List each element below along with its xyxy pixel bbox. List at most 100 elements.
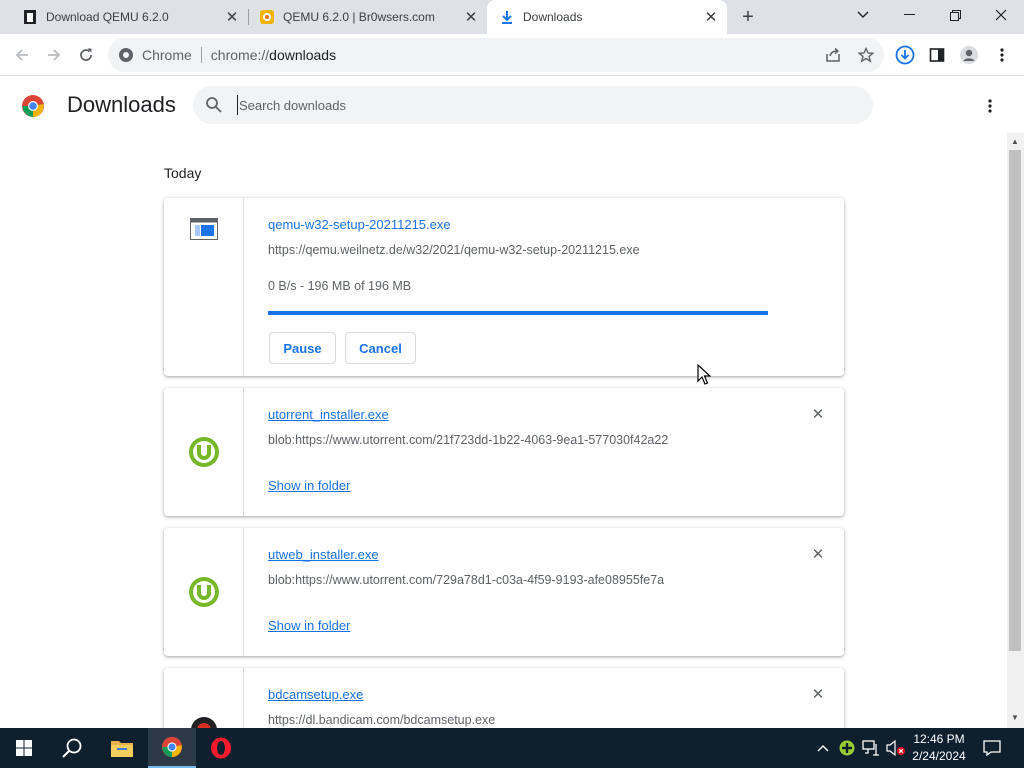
download-circle-icon [895,45,915,65]
opera-logo-icon [211,737,231,759]
search-box[interactable] [193,86,873,124]
windows-logo-icon [16,740,32,756]
search-input[interactable] [237,95,837,115]
close-tab-icon[interactable]: ✕ [222,7,242,27]
tray-app-icon[interactable] [838,728,856,768]
cancel-button[interactable]: Cancel [345,332,416,364]
address-bar[interactable]: Chrome chrome://downloads [108,38,884,72]
scrollbar-thumb[interactable] [1009,150,1021,651]
chrome-logo-icon [161,736,183,758]
url-path: downloads [269,47,337,63]
more-vert-icon [1000,48,1004,62]
back-arrow-icon [15,49,28,61]
back-button[interactable] [9,42,35,68]
progress-bar [268,311,768,315]
chrome-logo-icon [22,95,44,117]
volume-muted-icon[interactable] [885,728,907,768]
exe-file-icon [190,218,218,240]
notifications-button[interactable] [980,728,1004,768]
utorrent-icon [189,437,219,467]
mouse-cursor-icon [697,364,711,385]
file-explorer-taskbar-button[interactable] [98,728,146,768]
file-source-url[interactable]: https://qemu.weilnetz.de/w32/2021/qemu-w… [268,243,640,257]
profile-avatar-icon [960,46,978,64]
file-name-link[interactable]: utorrent_installer.exe [268,407,389,422]
network-icon[interactable] [861,728,881,768]
downloads-list[interactable]: Today qemu-w32-setup-20211215.exe https:… [0,133,1007,728]
download-item: qemu-w32-setup-20211215.exe https://qemu… [164,198,844,376]
close-window-button[interactable] [978,0,1024,30]
file-icon-column [164,668,244,728]
close-tab-icon[interactable]: ✕ [701,7,721,27]
tab-download-qemu[interactable]: Download QEMU 6.2.0 ✕ [0,0,248,34]
clock-date: 2/24/2024 [912,749,966,763]
start-button[interactable] [0,728,48,768]
forward-button[interactable] [41,42,67,68]
notification-icon [983,740,1001,756]
chrome-taskbar-button[interactable] [148,728,196,768]
tab-strip: Download QEMU 6.2.0 ✕ QEMU 6.2.0 | Br0ws… [0,0,1024,34]
chrome-menu-button[interactable] [989,42,1015,68]
search-icon [206,97,222,113]
progress-fill [268,311,768,315]
side-panel-icon [929,48,945,62]
clock-time: 12:46 PM [913,732,965,746]
opera-taskbar-button[interactable] [197,728,245,768]
downloads-toolbar-button[interactable] [892,42,918,68]
star-icon [858,47,874,63]
url-scheme: chrome:// [210,47,270,63]
file-name-link[interactable]: utweb_installer.exe [268,547,379,562]
utorrent-icon [189,577,219,607]
file-source-url[interactable]: https://dl.bandicam.com/bdcamsetup.exe [268,713,495,727]
scroll-up-arrow-icon[interactable]: ▲ [1011,137,1019,146]
scroll-down-arrow-icon[interactable]: ▼ [1011,713,1019,722]
downloads-header: Downloads [0,77,1024,133]
bookmark-button[interactable] [853,42,879,68]
date-group-label: Today [164,165,202,181]
minimize-button[interactable] [886,0,932,30]
chrome-site-icon [119,48,133,62]
folder-icon [111,741,133,757]
bandicam-icon [191,717,217,728]
download-item: bdcamsetup.exe https://dl.bandicam.com/b… [164,668,844,728]
file-name-link[interactable]: qemu-w32-setup-20211215.exe [268,217,451,232]
reload-button[interactable] [73,42,99,68]
tab-title: Download QEMU 6.2.0 [46,10,169,24]
remove-download-close-icon[interactable]: ✕ [808,404,828,424]
file-name-link[interactable]: bdcamsetup.exe [268,687,363,702]
tab-downloads[interactable]: Downloads ✕ [487,0,727,34]
file-icon-column [164,198,244,376]
file-source-url[interactable]: blob:https://www.utorrent.com/729a78d1-c… [268,573,664,587]
omnibox-divider [200,47,202,63]
windows-taskbar: 12:46 PM 2/24/2024 [0,728,1024,768]
restore-button[interactable] [932,0,978,30]
side-panel-button[interactable] [924,42,950,68]
share-button[interactable] [820,42,846,68]
remove-download-close-icon[interactable]: ✕ [808,544,828,564]
site-label: Chrome [142,47,192,63]
pause-button[interactable]: Pause [269,332,336,364]
downloads-menu-button[interactable] [980,94,1000,118]
remove-download-close-icon[interactable]: ✕ [808,684,828,704]
browser-toolbar: Chrome chrome://downloads [0,34,1024,76]
url-text: chrome://downloads [211,47,336,63]
search-icon [62,738,82,758]
browsers-site-icon [260,10,274,24]
taskbar-clock[interactable]: 12:46 PM 2/24/2024 [906,731,972,765]
file-source-url[interactable]: blob:https://www.utorrent.com/21f723dd-1… [268,433,668,447]
taskbar-search-button[interactable] [48,728,96,768]
show-in-folder-link[interactable]: Show in folder [268,618,350,633]
file-icon-column [164,388,244,516]
reload-icon [80,48,92,61]
tab-search-chevron-icon[interactable] [840,0,886,30]
page-scrollbar[interactable]: ▲ ▼ [1007,133,1024,728]
show-in-folder-link[interactable]: Show in folder [268,478,350,493]
tab-browsers-site[interactable]: QEMU 6.2.0 | Br0wsers.com ✕ [249,0,487,34]
new-tab-button[interactable]: + [736,5,760,29]
show-hidden-icons-chevron-icon[interactable] [814,728,832,768]
more-vert-icon [988,99,992,113]
tab-title: QEMU 6.2.0 | Br0wsers.com [283,10,435,24]
file-icon-column [164,528,244,656]
profile-button[interactable] [956,42,982,68]
close-tab-icon[interactable]: ✕ [461,7,481,27]
